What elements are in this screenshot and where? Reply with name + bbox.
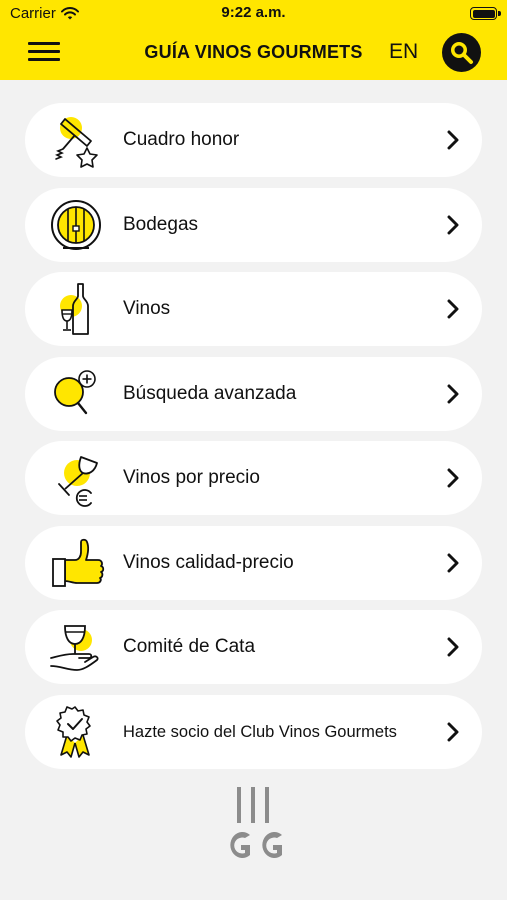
chevron-right-icon [447,722,459,741]
award-badge-icon [56,705,91,758]
menu-item-busqueda-avanzada[interactable]: Búsqueda avanzada [25,356,482,431]
chevron-right-icon [447,637,459,657]
chevron-right-icon [447,384,459,403]
chevron-right-icon [447,299,459,319]
thumbs-up-icon [52,538,105,587]
menu-item-hazte-socio[interactable]: Hazte socio del Club Vinos Gourmets [25,694,482,769]
search-button[interactable] [442,33,481,72]
menu-item-label: Bodegas [123,213,199,235]
chevron-right-icon [447,468,459,488]
nav-bar: GUÍA VINOS GOURMETS EN [0,26,507,80]
advanced-search-icon [54,369,96,414]
menu-item-label: Vinos calidad-precio [123,551,294,573]
tasting-hand-icon [50,625,99,671]
menu-item-label: Hazte socio del Club Vinos Gourmets [123,722,397,741]
battery-icon [470,7,501,20]
menu-item-label: Vinos [123,298,171,319]
chevron-right-icon [447,553,459,572]
menu-item-vinos-calidad-precio[interactable]: Vinos calidad-precio [25,525,482,600]
wine-bottle-icon [60,283,89,335]
glass-euro-icon [58,456,98,507]
main-menu-list: Cuadro honor Bodegas Vinos Búsqueda avan… [25,103,482,779]
menu-item-label: Comité de Cata [123,636,256,657]
chevron-right-icon [447,215,459,234]
chevron-right-icon [447,130,459,150]
gg-logo [230,787,282,858]
menu-item-bodegas[interactable]: Bodegas [25,187,482,262]
menu-item-label: Búsqueda avanzada [123,382,297,404]
corkscrew-star-icon [55,117,98,168]
search-icon [451,42,473,64]
status-time: 9:22 a.m. [221,4,286,21]
menu-item-vinos[interactable]: Vinos [25,272,482,346]
menu-item-vinos-por-precio[interactable]: Vinos por precio [25,441,482,515]
status-bar: Carrier 9:22 a.m. [0,0,507,26]
menu-item-label: Cuadro honor [123,129,240,150]
menu-item-cuadro-honor[interactable]: Cuadro honor [25,103,482,177]
barrel-icon [51,199,101,250]
menu-item-label: Vinos por precio [123,467,260,488]
menu-item-comite-de-cata[interactable]: Comité de Cata [25,610,482,684]
page-title: GUÍA VINOS GOURMETS [144,42,363,62]
language-toggle-button[interactable]: EN [389,40,418,64]
